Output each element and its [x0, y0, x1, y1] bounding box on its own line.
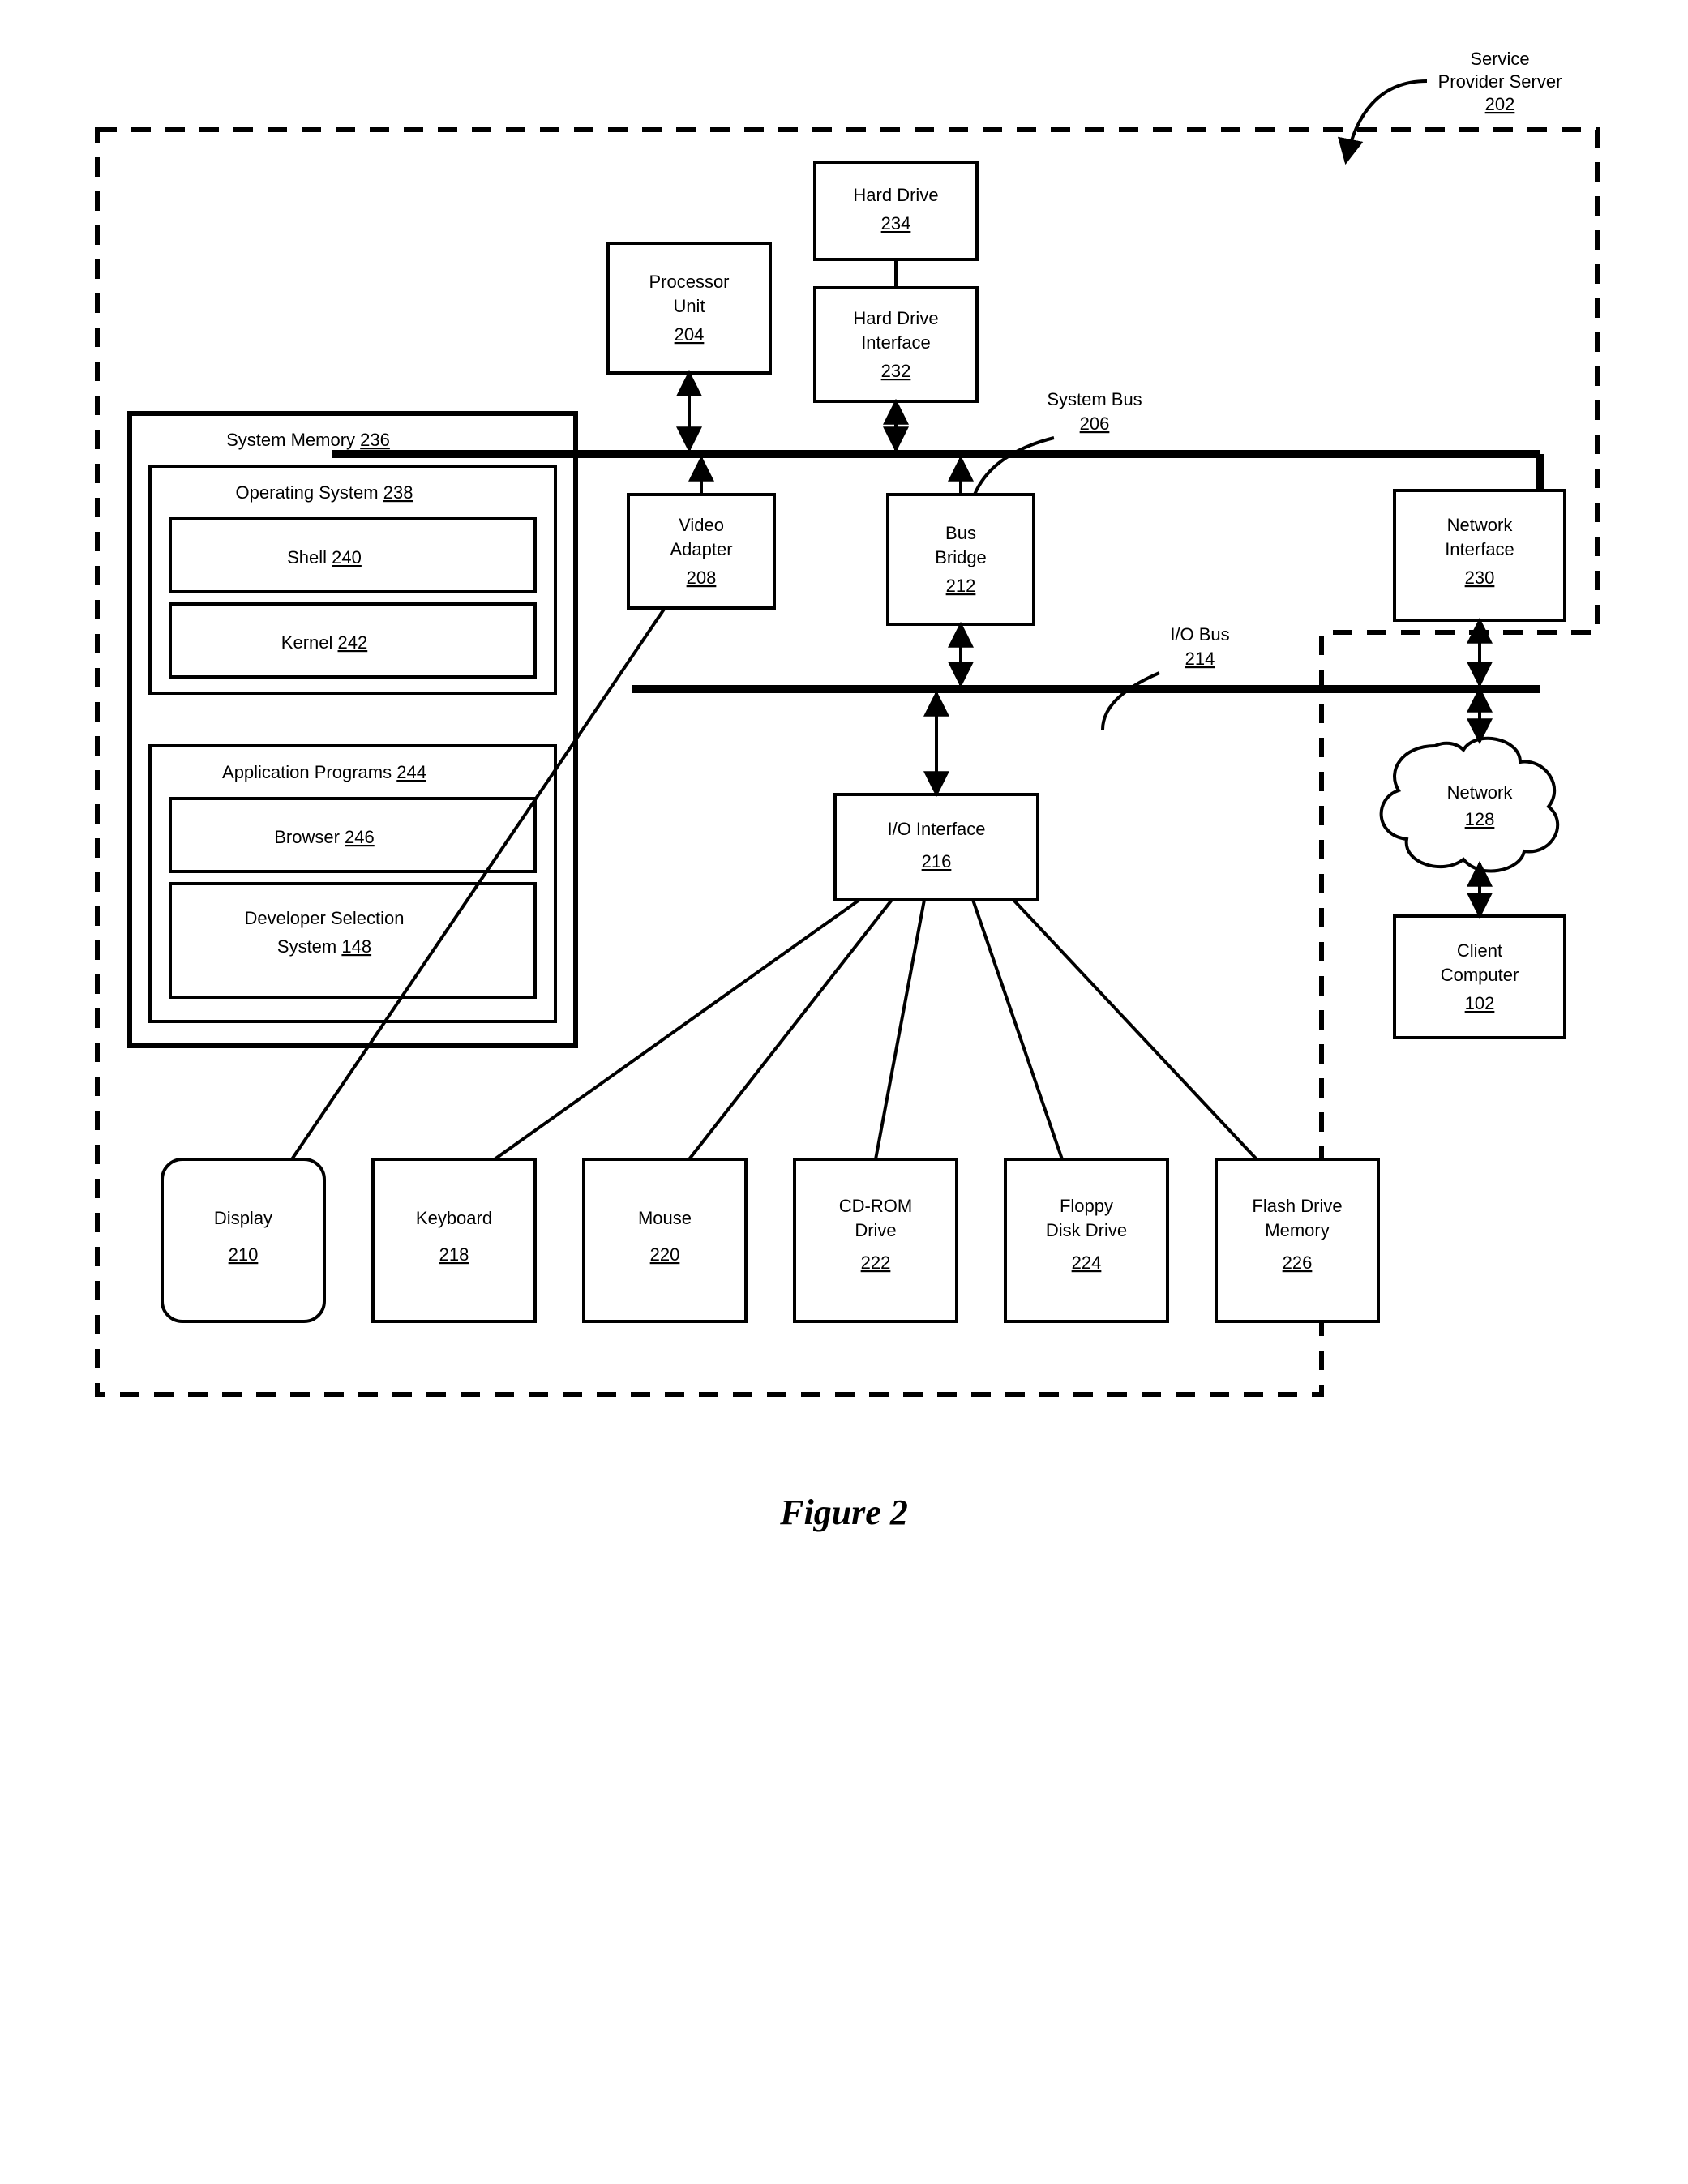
cdrom-label2: Drive — [855, 1220, 896, 1240]
svg-text:System Memory 236: System Memory 236 — [226, 430, 390, 450]
client-label1: Client — [1457, 940, 1502, 961]
svg-text:System 148: System 148 — [277, 936, 371, 957]
netif-num: 230 — [1465, 567, 1495, 588]
sysbus-num: 206 — [1080, 413, 1110, 434]
keyboard-num: 218 — [439, 1244, 469, 1265]
hddif-label2: Interface — [861, 332, 931, 353]
network-cloud — [1382, 739, 1558, 871]
apps-label: Application Programs — [222, 762, 392, 782]
cdrom-label1: CD-ROM — [839, 1196, 912, 1216]
hdd-label: Hard Drive — [853, 185, 938, 205]
ioif-box — [835, 794, 1038, 900]
os-num: 238 — [383, 482, 413, 503]
floppy-label1: Floppy — [1060, 1196, 1113, 1216]
display-box — [162, 1159, 324, 1321]
mouse-label: Mouse — [638, 1208, 692, 1228]
video-label2: Adapter — [670, 539, 732, 559]
mouse-num: 220 — [650, 1244, 680, 1265]
figure-caption: Figure 2 — [779, 1492, 908, 1532]
client-num: 102 — [1465, 993, 1495, 1013]
devsel-label1: Developer Selection — [245, 908, 405, 928]
os-label: Operating System — [236, 482, 379, 503]
svg-text:Shell 240: Shell 240 — [287, 547, 362, 567]
processor-label1: Processor — [649, 272, 729, 292]
display-label: Display — [214, 1208, 272, 1228]
svg-text:Operating System 238: Operating System 238 — [236, 482, 413, 503]
cdrom-box — [795, 1159, 957, 1321]
busbridge-label1: Bus — [945, 523, 976, 543]
svg-text:Browser 246: Browser 246 — [274, 827, 375, 847]
hdd-num: 234 — [881, 213, 911, 233]
ioif-num: 216 — [922, 851, 952, 871]
iobus-label: I/O Bus — [1170, 624, 1229, 644]
sysmem-num: 236 — [360, 430, 390, 450]
network-label: Network — [1447, 782, 1514, 803]
client-label2: Computer — [1441, 965, 1519, 985]
processor-num: 204 — [675, 324, 705, 345]
browser-label: Browser — [274, 827, 340, 847]
server-pointer — [1346, 81, 1427, 162]
conn-ioif-mouse — [689, 900, 892, 1159]
hdd-box — [815, 162, 977, 259]
processor-label2: Unit — [673, 296, 705, 316]
shell-num: 240 — [332, 547, 362, 567]
flash-box — [1216, 1159, 1378, 1321]
video-num: 208 — [687, 567, 717, 588]
sysbus-label: System Bus — [1047, 389, 1142, 409]
sysbus-pointer — [973, 438, 1054, 499]
svg-text:Kernel 242: Kernel 242 — [281, 632, 367, 653]
diagram-root: Service Provider Server 202 System Memor… — [0, 0, 1688, 2184]
video-label1: Video — [679, 515, 724, 535]
kernel-label: Kernel — [281, 632, 333, 653]
devsel-num: 148 — [341, 936, 371, 957]
server-label1: Service — [1470, 49, 1529, 69]
browser-num: 246 — [345, 827, 375, 847]
busbridge-num: 212 — [946, 576, 976, 596]
display-num: 210 — [229, 1244, 259, 1265]
flash-label1: Flash Drive — [1252, 1196, 1342, 1216]
devsel-label2: System — [277, 936, 336, 957]
shell-label: Shell — [287, 547, 327, 567]
sysmem-label: System Memory — [226, 430, 355, 450]
floppy-label2: Disk Drive — [1046, 1220, 1127, 1240]
hddif-num: 232 — [881, 361, 911, 381]
apps-num: 244 — [396, 762, 426, 782]
network-num: 128 — [1465, 809, 1495, 829]
svg-text:Application Programs 244: Application Programs 244 — [222, 762, 426, 782]
cdrom-num: 222 — [861, 1253, 891, 1273]
hddif-label1: Hard Drive — [853, 308, 938, 328]
keyboard-label: Keyboard — [416, 1208, 492, 1228]
floppy-box — [1005, 1159, 1167, 1321]
flash-label2: Memory — [1265, 1220, 1329, 1240]
keyboard-box — [373, 1159, 535, 1321]
server-num: 202 — [1485, 94, 1515, 114]
mouse-box — [584, 1159, 746, 1321]
iobus-pointer — [1103, 673, 1159, 730]
conn-ioif-cdrom — [876, 900, 924, 1159]
server-label2: Provider Server — [1438, 71, 1562, 92]
netif-label2: Interface — [1445, 539, 1514, 559]
iobus-num: 214 — [1185, 649, 1215, 669]
busbridge-label2: Bridge — [935, 547, 987, 567]
floppy-num: 224 — [1072, 1253, 1102, 1273]
flash-num: 226 — [1283, 1253, 1313, 1273]
kernel-num: 242 — [338, 632, 368, 653]
netif-label1: Network — [1447, 515, 1514, 535]
ioif-label: I/O Interface — [887, 819, 985, 839]
